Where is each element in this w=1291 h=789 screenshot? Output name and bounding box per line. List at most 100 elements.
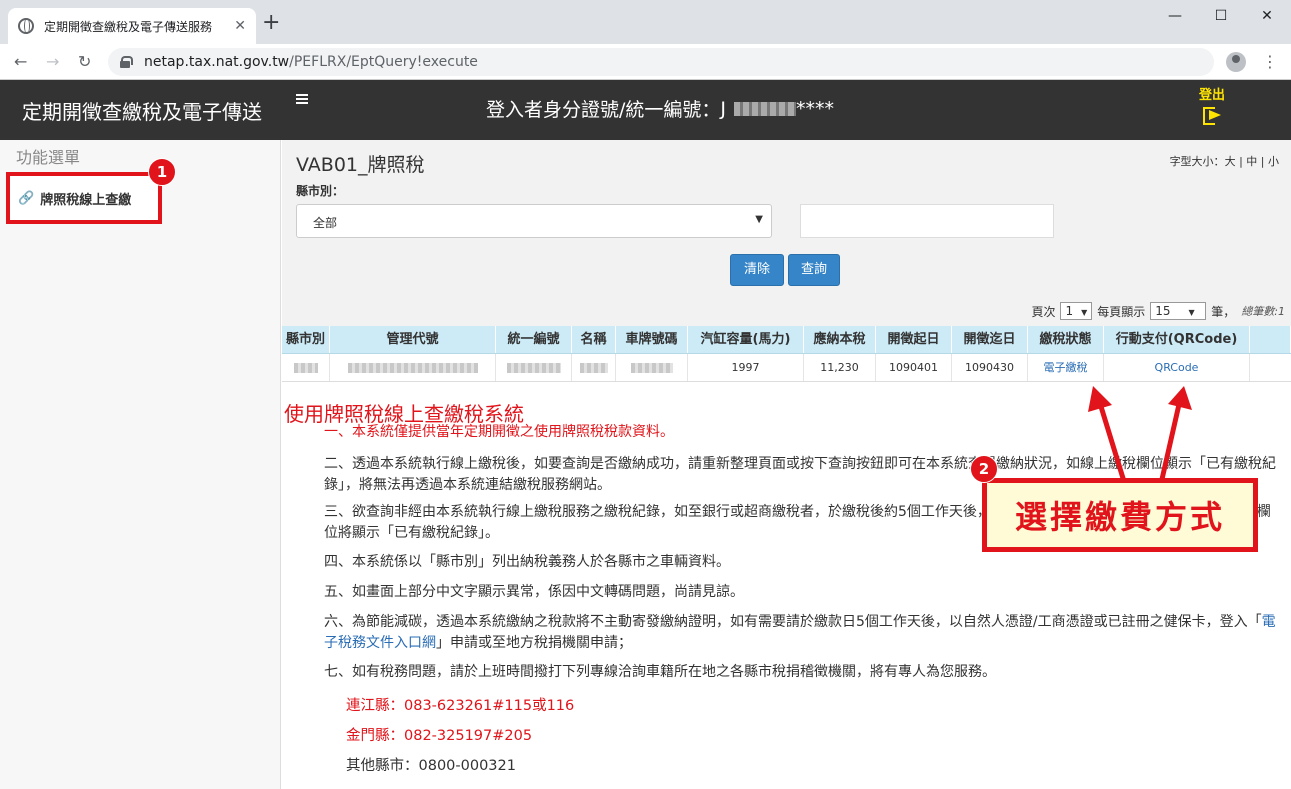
callout-text: 選擇繳費方式 bbox=[1014, 498, 1225, 536]
caret-down-icon: ▼ bbox=[1081, 308, 1088, 317]
page-label: 頁次 bbox=[1031, 304, 1056, 319]
electronic-payment-link[interactable]: 電子繳稅 bbox=[1028, 354, 1104, 381]
per-page-label: 每頁顯示 bbox=[1097, 304, 1146, 319]
maximize-icon[interactable]: ☐ bbox=[1198, 4, 1244, 28]
redacted-id bbox=[734, 101, 797, 116]
font-size-separator: | bbox=[1260, 155, 1265, 168]
back-icon[interactable]: ← bbox=[14, 52, 27, 72]
login-id-prefix: J bbox=[720, 97, 727, 120]
browser-tab[interactable]: 定期開徵查繳稅及電子傳送服務 ✕ bbox=[8, 8, 256, 44]
login-info: 登入者身分證號/統一編號： J **** bbox=[486, 95, 834, 122]
redacted-text bbox=[293, 363, 318, 373]
col-name: 名稱 bbox=[572, 326, 616, 353]
font-size-separator: | bbox=[1239, 155, 1243, 168]
county-label: 縣市別： bbox=[296, 184, 345, 198]
font-size-switcher: 字型大小：大 | 中 | 小 bbox=[1170, 153, 1279, 169]
font-size-label: 字型大小： bbox=[1169, 155, 1225, 168]
redacted-text bbox=[579, 363, 608, 373]
tax-table: 縣市別 管理代號 統一編號 名稱 車牌號碼 汽缸容量(馬力) 應納本稅 開徵起日… bbox=[282, 326, 1291, 382]
page-title: VAB01_牌照稅 bbox=[296, 154, 425, 176]
forward-icon[interactable]: → bbox=[46, 52, 59, 72]
caret-down-icon: ▼ bbox=[1188, 308, 1195, 317]
col-start-date: 開徵起日 bbox=[876, 326, 952, 353]
search-input[interactable] bbox=[800, 204, 1054, 238]
cell-tax: 11,230 bbox=[804, 354, 876, 381]
col-cc: 汽缸容量(馬力) bbox=[688, 326, 804, 353]
step-badge-1: 1 bbox=[148, 158, 176, 186]
note-6-text: 六、為節能減碳，透過本系統繳納之稅款將不主動寄發繳納證明，如有需要請於繳款日5個… bbox=[324, 614, 1262, 630]
sidebar-title: 功能選單 bbox=[16, 148, 81, 167]
cell-name bbox=[572, 354, 616, 381]
col-county: 縣市別 bbox=[282, 326, 330, 353]
login-label: 登入者身分證號/統一編號： bbox=[486, 99, 721, 121]
contact-lienchiang: 連江縣：083-623261#115或116 bbox=[346, 698, 575, 714]
step-badge-2: 2 bbox=[970, 455, 998, 483]
logout-button[interactable]: 登出 bbox=[1192, 84, 1232, 125]
logout-label: 登出 bbox=[1198, 88, 1225, 103]
minimize-icon[interactable]: — bbox=[1152, 4, 1198, 28]
hamburger-menu-icon[interactable] bbox=[296, 94, 308, 104]
url-path: /PEFLRX/EptQuery!execute bbox=[289, 54, 478, 70]
note-5: 五、如畫面上部分中文字顯示異常，係因中文轉碼問題，尚請見諒。 bbox=[324, 584, 744, 600]
app-name: 定期開徵查繳稅及電子傳送 bbox=[22, 100, 262, 124]
cell-end-date: 1090430 bbox=[952, 354, 1028, 381]
note-7: 七、如有稅務問題，請於上班時間撥打下列專線洽詢車籍所在地之各縣市稅捐稽徵機關，將… bbox=[324, 664, 996, 680]
page-select-value: 1 bbox=[1065, 304, 1074, 318]
reload-icon[interactable]: ↻ bbox=[78, 52, 91, 72]
col-tax: 應納本稅 bbox=[804, 326, 876, 353]
cell-spacer bbox=[1250, 354, 1291, 381]
link-icon: 🔗 bbox=[18, 190, 35, 206]
contact-kinmen: 金門縣：082-325197#205 bbox=[346, 728, 533, 744]
county-select-value: 全部 bbox=[313, 216, 338, 230]
lock-icon bbox=[120, 56, 133, 68]
page-select[interactable]: 1 ▼ bbox=[1060, 302, 1093, 320]
county-select[interactable]: 全部 ▼ bbox=[296, 204, 772, 238]
profile-icon[interactable] bbox=[1226, 52, 1246, 72]
unit-label: 筆， bbox=[1211, 304, 1236, 319]
address-bar: ← → ↻ netap.tax.nat.gov.tw/PEFLRX/EptQue… bbox=[0, 44, 1291, 80]
redacted-text bbox=[506, 363, 561, 373]
pagination: 頁次 1 ▼ 每頁顯示 15 ▼ 筆， 總筆數:1 bbox=[1031, 302, 1285, 320]
clear-button[interactable]: 清除 bbox=[730, 254, 784, 286]
table-header: 縣市別 管理代號 統一編號 名稱 車牌號碼 汽缸容量(馬力) 應納本稅 開徵起日… bbox=[282, 326, 1291, 354]
sidebar-item-license-tax[interactable]: 🔗 牌照稅線上查繳 bbox=[6, 172, 162, 224]
menu-kebab-icon[interactable]: ⋮ bbox=[1262, 52, 1278, 72]
note-6-text-end: 」申請或至地方稅捐機關申請； bbox=[436, 635, 632, 651]
sign-out-icon bbox=[1203, 107, 1221, 125]
app-header: 定期開徵查繳稅及電子傳送 登入者身分證號/統一編號： J **** 登出 bbox=[0, 80, 1291, 140]
col-spacer bbox=[1250, 326, 1291, 353]
close-tab-icon[interactable]: ✕ bbox=[234, 18, 246, 34]
query-button[interactable]: 查詢 bbox=[788, 254, 840, 286]
query-panel: VAB01_牌照稅 字型大小：大 | 中 | 小 縣市別： 全部 ▼ 清除 查詢… bbox=[282, 140, 1291, 326]
col-plate: 車牌號碼 bbox=[616, 326, 688, 353]
payment-method-callout: 選擇繳費方式 bbox=[982, 478, 1258, 552]
globe-icon bbox=[18, 18, 34, 34]
caret-down-icon: ▼ bbox=[755, 214, 763, 225]
per-page-select[interactable]: 15 ▼ bbox=[1150, 302, 1207, 320]
col-mgmt-code: 管理代號 bbox=[330, 326, 496, 353]
new-tab-button[interactable]: + bbox=[262, 12, 280, 34]
col-end-date: 開徵迄日 bbox=[952, 326, 1028, 353]
login-id-suffix: **** bbox=[796, 97, 835, 120]
col-qrcode: 行動支付(QRCode) bbox=[1104, 326, 1250, 353]
per-page-value: 15 bbox=[1155, 304, 1171, 318]
url-input[interactable]: netap.tax.nat.gov.tw/PEFLRX/EptQuery!exe… bbox=[108, 48, 1214, 76]
sidebar: 功能選單 🔗 牌照稅線上查繳 bbox=[0, 140, 281, 789]
cell-cc: 1997 bbox=[688, 354, 804, 381]
window-close-icon[interactable]: ✕ bbox=[1244, 4, 1290, 28]
qrcode-link[interactable]: QRCode bbox=[1104, 354, 1250, 381]
font-size-small[interactable]: 小 bbox=[1268, 155, 1279, 168]
total-value: 1 bbox=[1278, 305, 1285, 318]
url-host: netap.tax.nat.gov.tw bbox=[144, 54, 290, 70]
font-size-large[interactable]: 大 bbox=[1225, 155, 1236, 168]
redacted-text bbox=[347, 363, 478, 373]
main-content: VAB01_牌照稅 字型大小：大 | 中 | 小 縣市別： 全部 ▼ 清除 查詢… bbox=[282, 140, 1291, 789]
font-size-medium[interactable]: 中 bbox=[1246, 155, 1257, 168]
table-row: 1997 11,230 1090401 1090430 電子繳稅 QRCode bbox=[282, 354, 1291, 382]
note-1: 一、本系統僅提供當年定期開徵之使用牌照稅稅款資料。 bbox=[324, 424, 674, 440]
browser-tab-bar: 定期開徵查繳稅及電子傳送服務 ✕ + — ☐ ✕ bbox=[0, 0, 1291, 44]
total-label: 總筆數: bbox=[1241, 305, 1278, 318]
cell-plate bbox=[616, 354, 688, 381]
cell-tax-id bbox=[496, 354, 572, 381]
cell-mgmt-code bbox=[330, 354, 496, 381]
